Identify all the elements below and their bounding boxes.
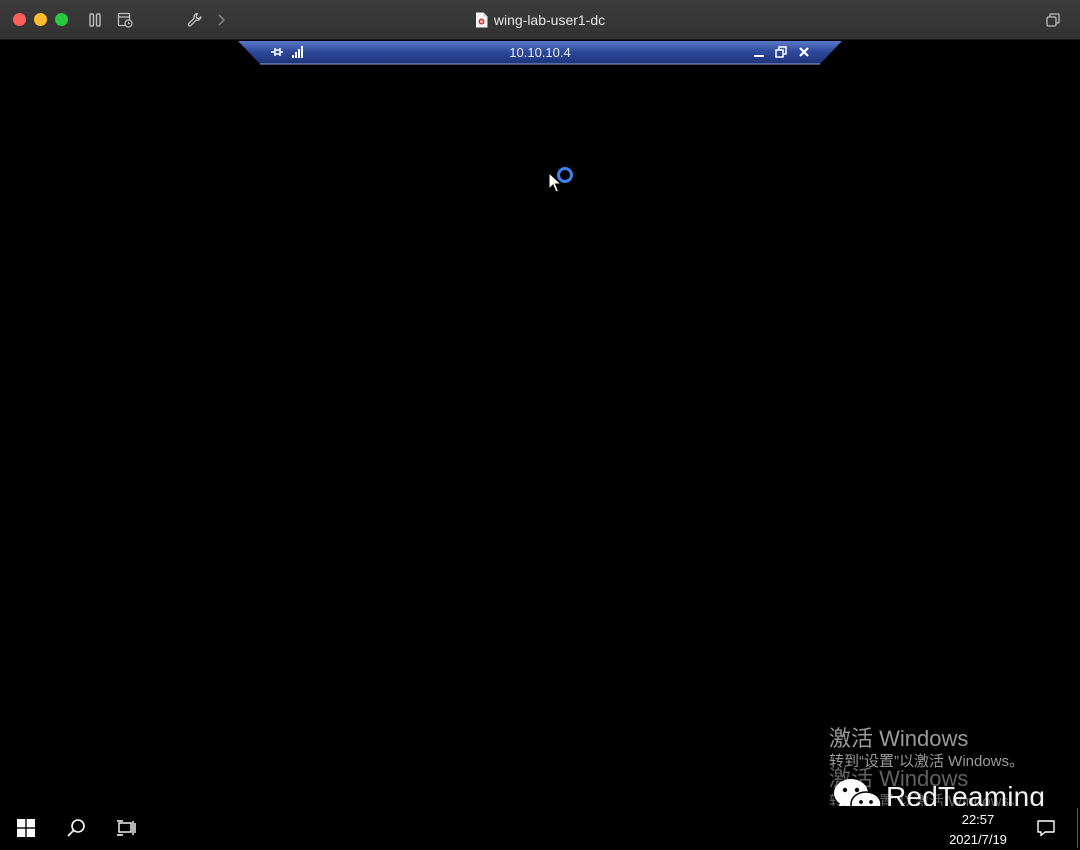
show-desktop-button[interactable] xyxy=(1077,808,1078,848)
rdp-connection-bar: 10.10.10.4 xyxy=(238,41,842,65)
vm-titlebar: wing-lab-user1-dc xyxy=(0,0,1080,40)
document-icon xyxy=(475,12,488,28)
action-center-icon xyxy=(1037,820,1055,837)
clock-time: 22:57 xyxy=(961,812,995,827)
task-view-button[interactable] xyxy=(102,806,150,850)
clock-date: 2021/7/19 xyxy=(949,832,1007,847)
windows-taskbar: 22:57 2021/7/19 xyxy=(0,806,1080,850)
activate-windows-title: 激活 Windows xyxy=(829,726,969,751)
action-center-button[interactable] xyxy=(1022,806,1070,850)
restore-down-icon[interactable] xyxy=(774,45,788,59)
vm-window: wing-lab-user1-dc 10.10.10.4 激活 Windows … xyxy=(0,0,1080,850)
task-view-icon xyxy=(117,820,136,836)
minimize-icon[interactable] xyxy=(752,45,766,59)
taskbar-clock[interactable]: 22:57 2021/7/19 xyxy=(938,810,1018,850)
search-icon xyxy=(67,819,85,837)
restore-icon[interactable] xyxy=(1044,11,1062,29)
windows-logo-icon xyxy=(17,819,35,837)
close-icon[interactable] xyxy=(797,45,811,59)
window-title: wing-lab-user1-dc xyxy=(493,12,606,28)
search-button[interactable] xyxy=(52,806,100,850)
busy-spinner-icon xyxy=(557,167,573,183)
start-button[interactable] xyxy=(2,806,50,850)
